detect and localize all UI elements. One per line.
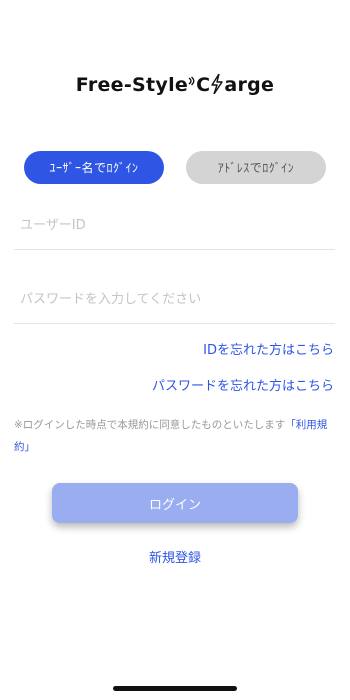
password-placeholder: パスワードを入力してください — [20, 292, 202, 307]
tab-user-login[interactable]: ﾕｰｻﾞｰ名でﾛｸﾞｲﾝ — [24, 151, 164, 184]
user-id-input[interactable]: ユーザーID — [14, 198, 335, 250]
register-link[interactable]: 新規登録 — [0, 547, 350, 566]
forgot-password-link[interactable]: パスワードを忘れた方はこちら — [152, 375, 334, 394]
login-button[interactable]: ログイン — [52, 483, 298, 523]
forgot-id-link[interactable]: IDを忘れた方はこちら — [203, 339, 334, 358]
home-indicator — [113, 686, 237, 691]
tab-address-login-label: ｱﾄﾞﾚｽでﾛｸﾞｲﾝ — [217, 161, 295, 175]
logo-text-part1: Free-Style — [75, 74, 189, 96]
app-logo: Free-Style Carge — [0, 74, 350, 96]
password-input[interactable]: パスワードを入力してください — [14, 272, 335, 324]
wifi-icon — [188, 76, 195, 86]
tab-address-login[interactable]: ｱﾄﾞﾚｽでﾛｸﾞｲﾝ — [186, 151, 326, 184]
terms-note: ※ログインした時点で本規約に同意したものといたします「利用規約」 — [14, 414, 340, 458]
lightning-bolt-icon — [211, 74, 224, 94]
tab-user-login-label: ﾕｰｻﾞｰ名でﾛｸﾞｲﾝ — [49, 161, 139, 175]
login-button-label: ログイン — [148, 497, 201, 513]
terms-note-text: ※ログインした時点で本規約に同意したものといたします — [14, 419, 286, 431]
logo-text-part3: arge — [224, 74, 275, 96]
user-id-placeholder: ユーザーID — [20, 218, 86, 233]
logo-text-part2: C — [196, 74, 211, 96]
